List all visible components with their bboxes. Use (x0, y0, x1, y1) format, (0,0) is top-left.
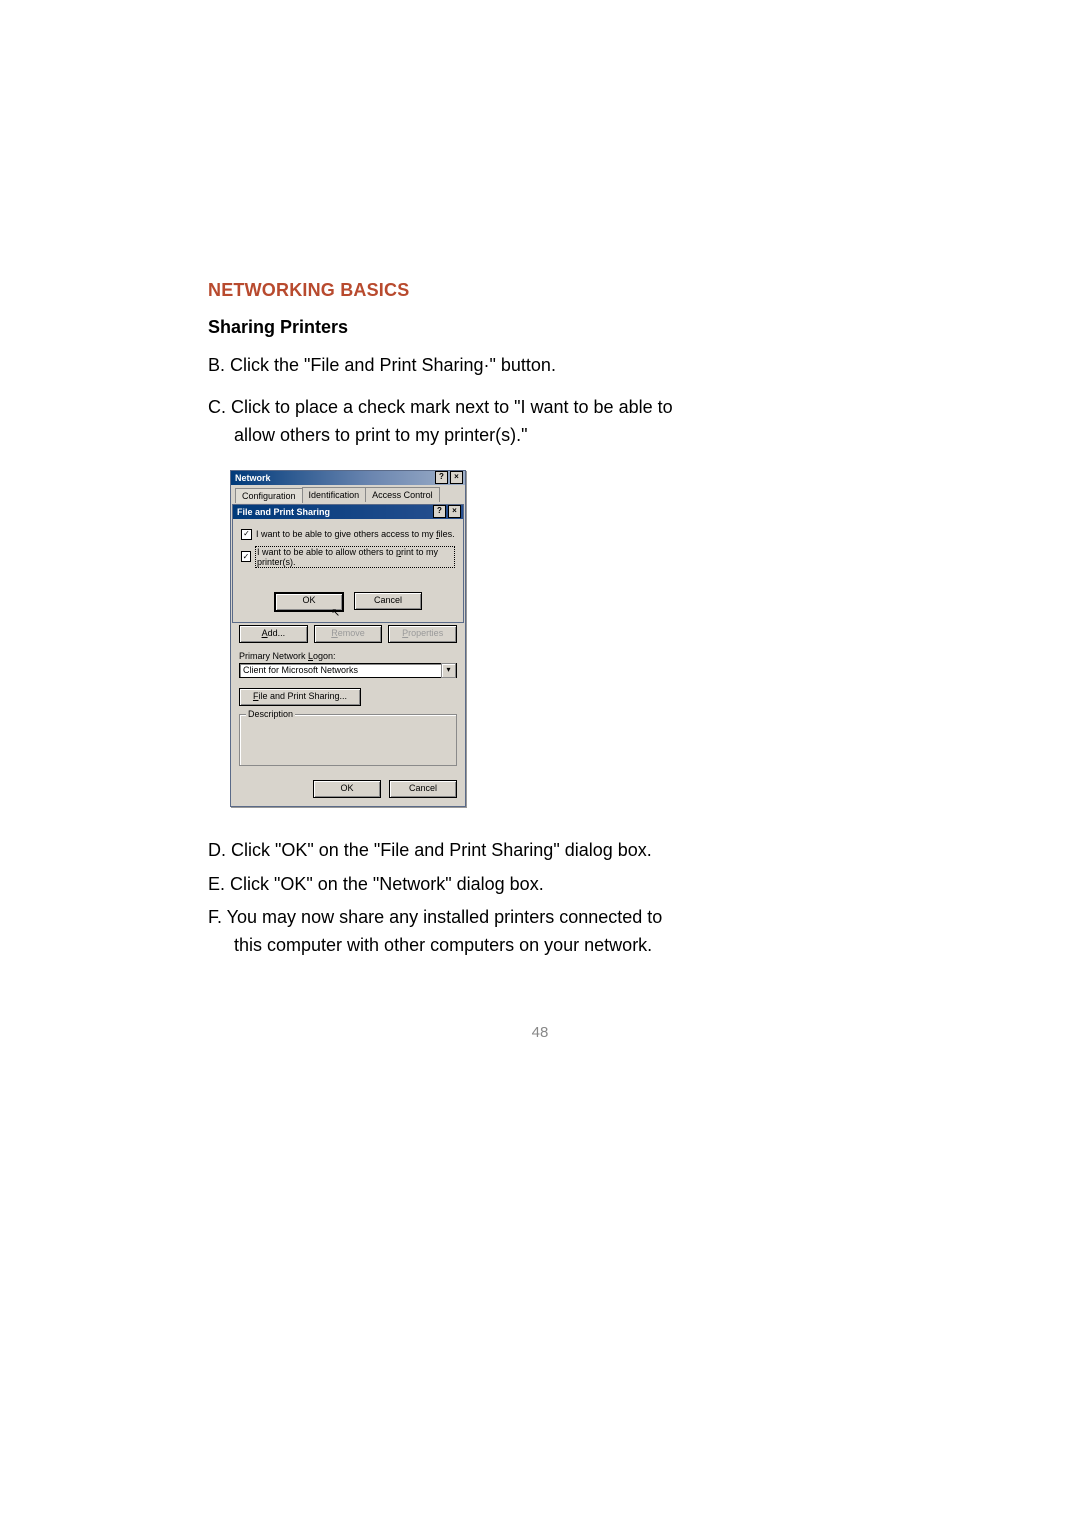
primary-logon-label: Primary Network Logon: (239, 651, 457, 661)
step-f-line2: this computer with other computers on yo… (208, 932, 652, 960)
page-number: 48 (0, 1024, 1080, 1041)
step-d: D. Click "OK" on the "File and Print Sha… (208, 837, 678, 865)
checkbox-printers[interactable]: ✓ (241, 551, 251, 562)
step-e: E. Click "OK" on the "Network" dialog bo… (208, 871, 678, 899)
step-c: C. Click to place a check mark next to "… (208, 394, 678, 450)
check-printer-label: I want to be able to allow others to pri… (255, 546, 455, 568)
fps-ok-button[interactable]: OK (274, 592, 344, 612)
primary-logon-value: Client for Microsoft Networks (243, 665, 358, 675)
network-cancel-button[interactable]: Cancel (389, 780, 457, 798)
sub-heading: Sharing Printers (208, 317, 678, 338)
step-f: F. You may now share any installed print… (208, 904, 678, 960)
help-button[interactable]: ? (435, 471, 448, 484)
check-printer-access[interactable]: ✓ I want to be able to allow others to p… (241, 546, 455, 568)
check-files-access[interactable]: ✓ I want to be able to give others acces… (241, 529, 455, 540)
tab-access-control[interactable]: Access Control (365, 487, 440, 502)
tab-configuration[interactable]: Configuration (235, 488, 303, 503)
description-label: Description (246, 709, 295, 719)
fps-close-button[interactable]: × (448, 505, 461, 518)
chevron-down-icon[interactable]: ▾ (441, 663, 456, 678)
primary-logon-dropdown[interactable]: Client for Microsoft Networks ▾ (239, 663, 457, 678)
section-heading: NETWORKING BASICS (208, 280, 678, 301)
close-button[interactable]: × (450, 471, 463, 484)
checkbox-files[interactable]: ✓ (241, 529, 252, 540)
add-button[interactable]: Add... (239, 625, 308, 643)
file-print-sharing-dialog: File and Print Sharing ? × ✓ I want to b… (232, 504, 464, 623)
check-files-label: I want to be able to give others access … (256, 529, 455, 539)
file-print-sharing-button[interactable]: File and Print Sharing... (239, 688, 361, 706)
step-c-line2: allow others to print to my printer(s)." (208, 422, 527, 450)
properties-button: Properties (388, 625, 457, 643)
step-c-line1: C. Click to place a check mark next to "… (208, 397, 673, 417)
remove-button: Remove (314, 625, 383, 643)
network-title: Network (233, 473, 271, 483)
description-groupbox: Description (239, 714, 457, 766)
fps-title: File and Print Sharing (235, 507, 330, 517)
tab-strip: Configuration Identification Access Cont… (231, 485, 465, 502)
fps-help-button[interactable]: ? (433, 505, 446, 518)
fps-titlebar: File and Print Sharing ? × (233, 505, 463, 519)
step-f-line1: F. You may now share any installed print… (208, 907, 662, 927)
fps-cancel-button[interactable]: Cancel (354, 592, 422, 610)
network-dialog-screenshot: Network ? × Configuration Identification… (230, 470, 466, 807)
tab-identification[interactable]: Identification (302, 487, 367, 502)
step-b: B. Click the "File and Print Sharing·" b… (208, 352, 678, 380)
network-ok-button[interactable]: OK (313, 780, 381, 798)
network-titlebar: Network ? × (231, 471, 465, 485)
